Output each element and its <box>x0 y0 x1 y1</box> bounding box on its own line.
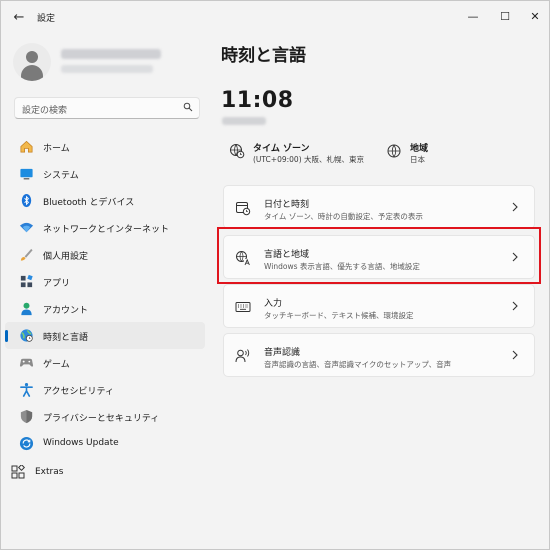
sidebar-item-privacy[interactable]: プライバシーとセキュリティ <box>5 403 205 430</box>
region-info: 地域 日本 <box>386 141 466 171</box>
highlight-box <box>217 227 541 284</box>
sidebar-item-home[interactable]: ホーム <box>5 133 205 160</box>
region-value: 日本 <box>410 155 425 164</box>
apps-icon <box>20 274 33 288</box>
sidebar-item-network[interactable]: ネットワークとインターネット <box>5 214 205 241</box>
page-title: 時刻と言語 <box>221 46 306 66</box>
globe-icon <box>387 144 401 158</box>
sidebar-item-time-language[interactable]: 時刻と言語 <box>5 322 205 349</box>
home-icon <box>20 140 33 153</box>
search-placeholder: 設定の検索 <box>22 106 68 116</box>
timezone-value: (UTC+09:00) 大阪、札幌、東京 <box>253 155 365 164</box>
speech-desc: 音声認識の言語、音声認識マイクのセットアップ、音声 <box>264 360 452 369</box>
personalization-icon <box>20 248 33 261</box>
settings-window: ← 設定 — ☐ ✕ 設定の検索 ホーム システム Bluetooth とデバイ… <box>0 0 550 550</box>
user-profile[interactable] <box>13 43 203 83</box>
sidebar-item-account[interactable]: アカウント <box>5 295 205 322</box>
input-title: 入力 <box>264 299 283 309</box>
profile-email-redacted <box>61 65 153 73</box>
sidebar-item-extras[interactable]: Extras <box>9 465 199 479</box>
date-time-desc: タイム ゾーン、時計の自動設定、予定表の表示 <box>264 212 423 221</box>
back-button[interactable]: ← <box>9 7 29 27</box>
region-title: 地域 <box>410 144 429 154</box>
sidebar-item-bluetooth[interactable]: Bluetooth とデバイス <box>5 187 205 214</box>
date-time-card[interactable]: 日付と時刻 タイム ゾーン、時計の自動設定、予定表の表示 <box>223 185 535 229</box>
window-title: 設定 <box>37 14 56 24</box>
title-bar: ← 設定 — ☐ ✕ <box>1 1 549 33</box>
speech-card[interactable]: 音声認識 音声認識の言語、音声認識マイクのセットアップ、音声 <box>223 333 535 377</box>
accessibility-icon <box>20 383 33 397</box>
close-button[interactable]: ✕ <box>523 7 547 25</box>
input-card[interactable]: 入力 タッチキーボード、テキスト候補、環境設定 <box>223 284 535 328</box>
timezone-info: タイム ゾーン (UTC+09:00) 大阪、札幌、東京 <box>229 141 379 171</box>
speech-icon <box>235 349 250 363</box>
bluetooth-icon <box>21 193 32 208</box>
profile-name-redacted <box>61 49 161 59</box>
search-input[interactable]: 設定の検索 <box>14 97 200 119</box>
sidebar-item-personalization[interactable]: 個人用設定 <box>5 241 205 268</box>
chevron-right-icon <box>512 350 518 360</box>
speech-title: 音声認識 <box>264 348 301 358</box>
date-time-icon <box>236 202 251 216</box>
current-time: 11:08 <box>221 88 294 113</box>
time-language-icon <box>20 329 33 342</box>
selection-indicator <box>5 330 8 342</box>
minimize-button[interactable]: — <box>461 7 485 25</box>
globe-clock-icon <box>230 144 245 159</box>
sidebar-item-accessibility[interactable]: アクセシビリティ <box>5 376 205 403</box>
chevron-right-icon <box>512 301 518 311</box>
search-icon[interactable] <box>183 102 193 112</box>
date-time-title: 日付と時刻 <box>264 200 310 210</box>
privacy-icon <box>20 409 33 424</box>
input-desc: タッチキーボード、テキスト候補、環境設定 <box>264 311 414 320</box>
gaming-icon <box>19 358 34 367</box>
chevron-right-icon <box>512 202 518 212</box>
sidebar-item-apps[interactable]: アプリ <box>5 268 205 295</box>
sidebar-item-windows-update[interactable]: Windows Update <box>5 430 205 457</box>
current-date-redacted <box>222 117 266 125</box>
sidebar-item-gaming[interactable]: ゲーム <box>5 349 205 376</box>
network-icon <box>19 222 34 233</box>
avatar <box>13 43 51 81</box>
timezone-title: タイム ゾーン <box>253 144 310 154</box>
keyboard-icon <box>235 302 251 312</box>
maximize-button[interactable]: ☐ <box>493 7 517 25</box>
sidebar-item-system[interactable]: システム <box>5 160 205 187</box>
extras-icon <box>11 465 25 479</box>
system-icon <box>20 168 33 180</box>
windows-update-icon <box>19 436 34 451</box>
sidebar-nav: ホーム システム Bluetooth とデバイス ネットワークとインターネット <box>1 133 207 457</box>
account-icon <box>21 302 32 316</box>
